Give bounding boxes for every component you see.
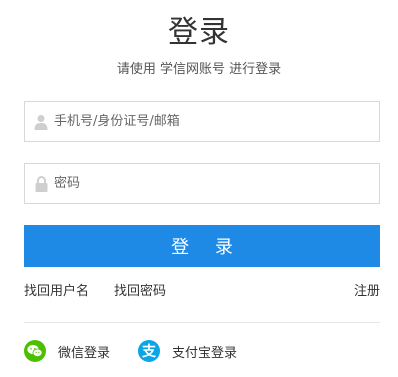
register-link[interactable]: 注册	[354, 283, 380, 301]
password-field[interactable]	[24, 163, 380, 204]
username-field[interactable]	[24, 101, 380, 142]
lock-icon	[34, 175, 48, 193]
account-links: 找回用户名 找回密码 注册	[24, 283, 380, 301]
password-input[interactable]	[54, 164, 379, 203]
wechat-login-label: 微信登录	[58, 345, 111, 361]
username-input[interactable]	[54, 102, 379, 141]
wechat-icon	[24, 340, 46, 362]
login-page: 登录 请使用 学信网账号 进行登录 登 录 找回用户名 找回密码 注册	[0, 0, 398, 377]
recover-password-link[interactable]: 找回密码	[114, 283, 166, 301]
login-button[interactable]: 登 录	[24, 225, 380, 267]
alipay-icon: 支	[138, 340, 160, 362]
page-subtitle: 请使用 学信网账号 进行登录	[116, 62, 282, 77]
divider	[24, 322, 380, 323]
wechat-login-button[interactable]: 微信登录	[24, 340, 110, 362]
user-icon	[34, 113, 48, 131]
page-title: 登录	[168, 15, 230, 50]
recover-username-link[interactable]: 找回用户名	[24, 283, 89, 301]
alipay-login-button[interactable]: 支 支付宝登录	[138, 340, 237, 362]
alipay-login-label: 支付宝登录	[172, 345, 238, 361]
